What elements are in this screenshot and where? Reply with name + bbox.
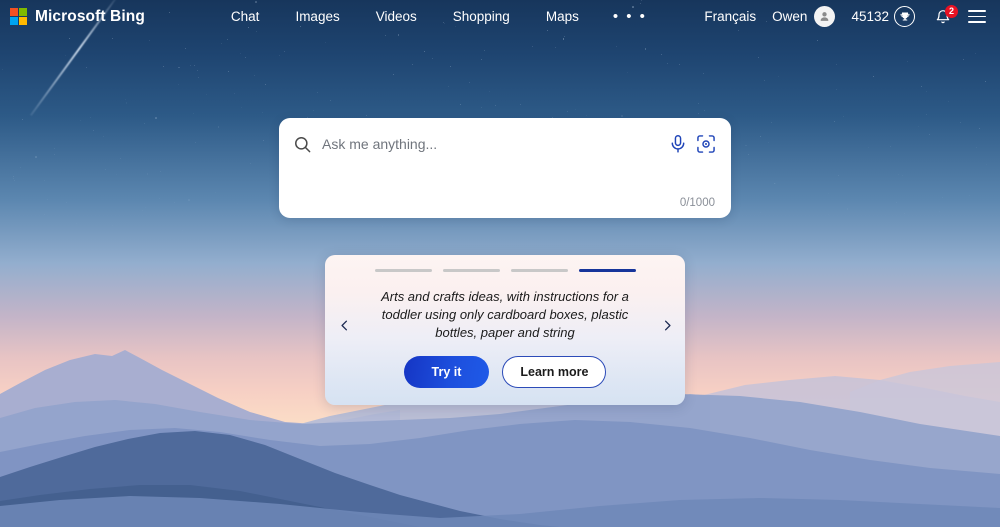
mountain-layer-haze [0,470,1000,527]
trophy-icon [894,6,915,27]
header-right-cluster: Français Owen 45132 2 [696,3,1000,30]
bing-brand-link[interactable]: Microsoft Bing [0,8,145,26]
carousel-actions: Try it Learn more [325,356,685,388]
character-counter: 0/1000 [680,197,715,209]
carousel-prev-button[interactable] [333,312,355,338]
suggestion-carousel-card: Arts and crafts ideas, with instructions… [325,255,685,405]
language-label: Français [704,9,756,24]
hamburger-icon[interactable] [960,7,990,25]
search-icon [293,135,312,154]
rewards-points-label: 45132 [851,9,889,24]
brand-label: Microsoft Bing [35,8,145,26]
nav-chat[interactable]: Chat [213,5,278,28]
chevron-left-icon [338,317,351,334]
visual-search-icon[interactable] [695,133,717,155]
search-box: 0/1000 [279,118,731,218]
language-selector[interactable]: Français [696,6,764,27]
try-it-button[interactable]: Try it [404,356,490,388]
microsoft-logo-icon [10,8,27,25]
notifications-badge: 2 [945,5,958,18]
carousel-suggestion-text: Arts and crafts ideas, with instructions… [325,272,685,342]
search-input[interactable] [312,118,661,170]
nav-images[interactable]: Images [277,5,357,28]
account-button[interactable]: Owen [764,3,843,30]
chevron-right-icon [661,317,674,334]
nav-videos[interactable]: Videos [358,5,435,28]
account-name-label: Owen [772,9,807,24]
main-navigation: Chat Images Videos Shopping Maps • • • [213,4,663,29]
microphone-icon[interactable] [667,133,689,155]
carousel-indicator-2[interactable] [443,269,500,272]
carousel-progress-indicators [325,255,685,272]
person-icon [818,10,831,23]
notifications-button[interactable]: 2 [923,6,960,28]
carousel-indicator-3[interactable] [511,269,568,272]
nav-shopping[interactable]: Shopping [435,5,528,28]
carousel-next-button[interactable] [656,312,678,338]
carousel-indicator-4[interactable] [579,269,636,272]
avatar [814,6,835,27]
search-input-row [279,118,731,170]
site-header: Microsoft Bing Chat Images Videos Shoppi… [0,0,1000,33]
rewards-button[interactable]: 45132 [843,3,923,30]
learn-more-button[interactable]: Learn more [502,356,606,388]
nav-maps[interactable]: Maps [528,5,597,28]
carousel-indicator-1[interactable] [375,269,432,272]
nav-more-icon[interactable]: • • • [597,4,663,29]
